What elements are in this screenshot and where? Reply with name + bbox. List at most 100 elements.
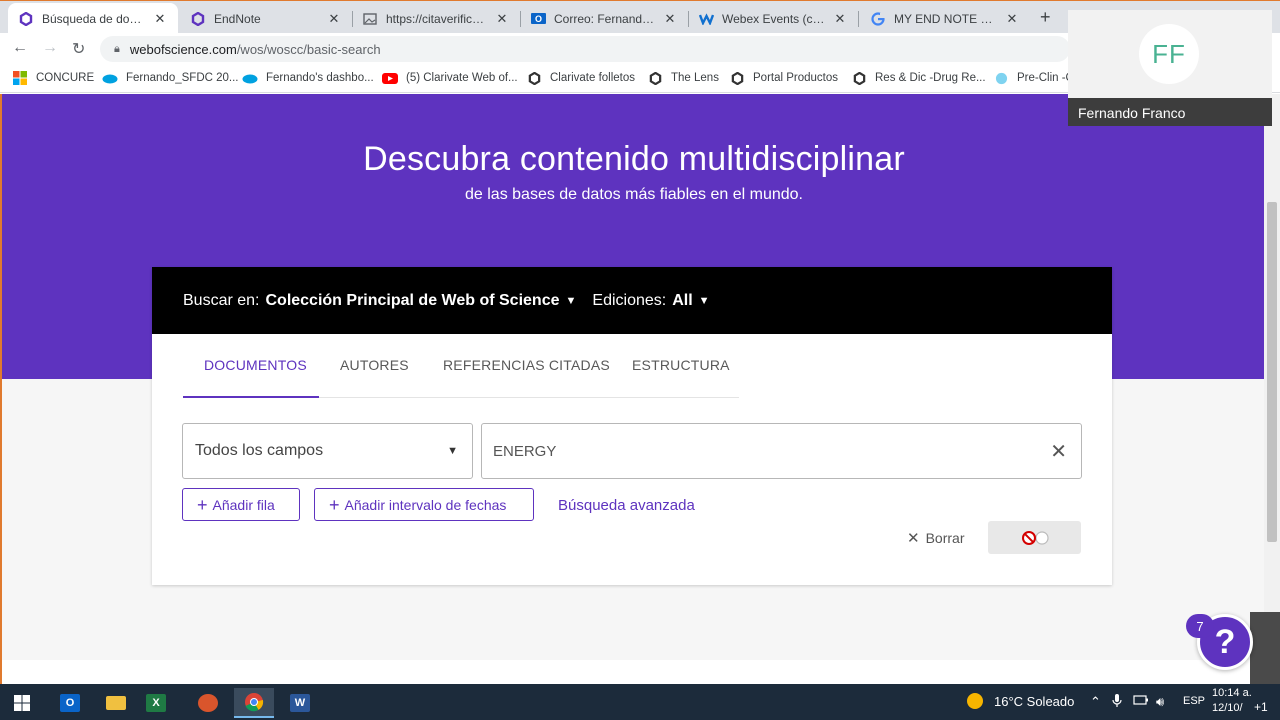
close-tab-icon[interactable]: ✕ [326, 11, 342, 27]
forward-arrow-icon[interactable]: → [42, 39, 58, 57]
close-tab-icon[interactable]: ✕ [152, 11, 168, 27]
tab-my-endnote-web[interactable]: MY END NOTE WEB - ✕ [860, 3, 1030, 34]
editions-label: Ediciones: [592, 291, 667, 309]
file-explorer-icon[interactable] [96, 688, 136, 718]
outlook-taskbar-icon[interactable]: O [50, 688, 90, 718]
snipping-tool-icon[interactable] [188, 688, 228, 718]
not-allowed-icon [1021, 530, 1049, 545]
bookmark-label: Pre-Clin -C [1017, 72, 1074, 84]
svg-text:O: O [535, 14, 542, 24]
volume-icon[interactable]: 🔊︎ [1156, 694, 1164, 710]
bookmark-label: Fernando_SFDC 20... [126, 72, 239, 84]
clarivate-icon [190, 11, 206, 27]
close-tab-icon[interactable]: ✕ [494, 11, 510, 27]
scrollbar-thumb[interactable] [1267, 202, 1277, 542]
weather-sun-icon [966, 692, 984, 713]
collection-dropdown[interactable]: Colección Principal de Web of Science [265, 292, 559, 310]
help-badge: 7 [1186, 614, 1214, 638]
add-row-button[interactable]: + Añadir fila [182, 488, 300, 521]
reload-icon[interactable]: ↻ [72, 39, 85, 59]
bookmark-label: Clarivate folletos [550, 72, 636, 84]
chevron-down-icon[interactable]: ▼ [566, 295, 577, 307]
url-field[interactable]: 🔒︎ webofscience.com/wos/woscc/basic-sear… [100, 36, 1070, 62]
video-call-tile[interactable]: FF Fernando Franco [1068, 10, 1272, 126]
advanced-search-link[interactable]: Búsqueda avanzada [558, 497, 695, 514]
notification-count[interactable]: +1 [1254, 700, 1268, 714]
bookmark-label: Fernando's dashbo... [266, 72, 374, 84]
bookmark-fernando-sfdc[interactable]: Fernando_SFDC 20... [102, 71, 239, 85]
clock-time: 10:14 a. [1212, 687, 1252, 699]
chrome-icon[interactable] [234, 688, 274, 718]
bookmark-portal-productos[interactable]: Portal Productos [729, 71, 838, 85]
globe-icon [993, 71, 1009, 85]
new-tab-button[interactable]: + [1040, 7, 1051, 28]
clarivate-icon [18, 11, 34, 27]
bookmark-concure[interactable]: CONCURE [12, 71, 94, 85]
weather-text[interactable]: 16°C Soleado [994, 694, 1074, 709]
tab-webex[interactable]: Webex Events (classic) ✕ [688, 3, 858, 34]
windows-grid-icon [12, 71, 28, 85]
bookmark-res-dic[interactable]: Res & Dic -Drug Re... [851, 71, 986, 85]
add-row-label: Añadir fila [212, 496, 275, 513]
language-indicator[interactable]: ESP [1183, 695, 1205, 707]
tab-title: Búsqueda de documentos [42, 11, 146, 26]
editions-dropdown[interactable]: All [672, 292, 692, 310]
chevron-up-icon[interactable]: ⌃ [1090, 694, 1101, 710]
clock[interactable]: 10:14 a. 12/10/ [1212, 686, 1252, 716]
clear-label: Borrar [925, 530, 965, 546]
clarivate-icon [647, 71, 663, 85]
microphone-icon[interactable] [1112, 694, 1122, 711]
page-footer-strip [2, 660, 1266, 684]
tab-title: Correo: Fernando fran... [554, 11, 656, 26]
tab-title: Webex Events (classic) [722, 11, 826, 26]
tab-autores[interactable]: AUTORES [340, 334, 409, 398]
close-icon[interactable]: ✕ [1050, 439, 1067, 464]
bookmark-clarivate-folletos[interactable]: Clarivate folletos [526, 71, 635, 85]
add-date-range-label: Añadir intervalo de fechas [344, 496, 507, 513]
page-scrollbar[interactable] [1264, 94, 1280, 684]
bookmark-pre-clin[interactable]: Pre-Clin -C [993, 71, 1074, 85]
bookmark-fernando-dashboard[interactable]: Fernando's dashbo... [242, 71, 374, 85]
bookmark-the-lens[interactable]: The Lens [647, 71, 719, 85]
battery-icon[interactable] [1133, 694, 1149, 709]
close-tab-icon[interactable]: ✕ [662, 11, 678, 27]
search-field-select[interactable]: Todos los campos ▼ [182, 423, 473, 479]
clarivate-icon [526, 71, 542, 85]
excel-icon[interactable]: X [136, 688, 176, 718]
close-tab-icon[interactable]: ✕ [1004, 11, 1020, 27]
youtube-icon [382, 71, 398, 85]
outlook-icon: O [530, 11, 546, 27]
tab-citaverificacion[interactable]: https://citaverificacion... ✕ [352, 3, 520, 34]
back-arrow-icon[interactable]: ← [12, 39, 28, 57]
tab-correo[interactable]: O Correo: Fernando fran... ✕ [520, 3, 688, 34]
plus-icon: + [329, 494, 340, 515]
search-query-input[interactable]: ENERGY ✕ [481, 423, 1082, 479]
image-icon [362, 11, 378, 27]
bookmark-label: Res & Dic -Drug Re... [875, 72, 986, 84]
search-query-value: ENERGY [493, 442, 557, 460]
search-field-value: Todos los campos [195, 442, 324, 459]
tab-busqueda-documentos[interactable]: Búsqueda de documentos ✕ [8, 3, 178, 34]
clear-button[interactable]: ✕ Borrar [907, 529, 964, 547]
tab-endnote[interactable]: EndNote ✕ [180, 3, 352, 34]
close-tab-icon[interactable]: ✕ [832, 11, 848, 27]
bookmark-label: (5) Clarivate Web of... [406, 72, 518, 84]
tab-estructura[interactable]: ESTRUCTURA [632, 334, 730, 398]
bookmark-clarivate-youtube[interactable]: (5) Clarivate Web of... [382, 71, 518, 85]
clarivate-icon [729, 71, 745, 85]
search-tabs: DOCUMENTOS AUTORES REFERENCIAS CITADAS E… [183, 334, 739, 398]
add-date-range-button[interactable]: + Añadir intervalo de fechas [314, 488, 534, 521]
tab-referencias-citadas[interactable]: REFERENCIAS CITADAS [443, 334, 610, 398]
windows-start-icon[interactable] [2, 688, 42, 718]
video-area: FF [1068, 10, 1272, 98]
chevron-down-icon[interactable]: ▼ [699, 295, 710, 307]
chevron-down-icon: ▼ [447, 445, 458, 457]
search-scope-bar: Buscar en: Colección Principal de Web of… [152, 267, 1112, 334]
url-path: /wos/woscc/basic-search [236, 41, 381, 57]
hero-title: Descubra contenido multidisciplinar [363, 140, 905, 178]
tab-separator [858, 11, 859, 27]
plus-icon: + [197, 494, 208, 515]
word-icon[interactable]: W [280, 688, 320, 718]
search-button-disabled[interactable] [988, 521, 1081, 554]
tab-documentos[interactable]: DOCUMENTOS [183, 334, 319, 398]
